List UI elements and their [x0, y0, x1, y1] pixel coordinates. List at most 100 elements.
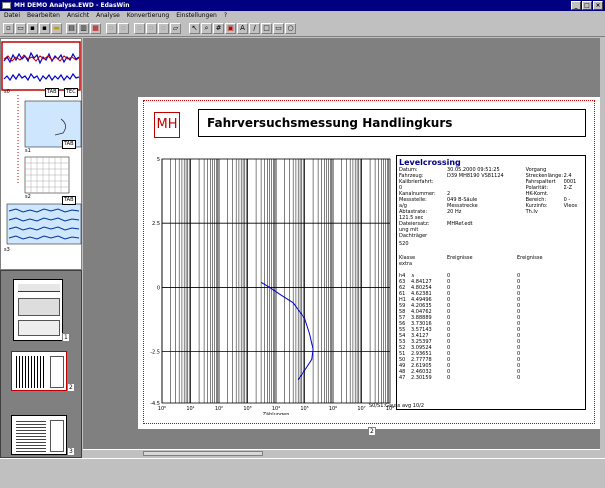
page-thumb-2[interactable] [11, 351, 67, 391]
text-tool-icon[interactable]: A [237, 23, 248, 34]
maximize-button[interactable]: □ [582, 1, 592, 10]
info-right-value: Vleos [563, 203, 578, 209]
report-title: Fahrversuchsmessung Handlingkurs [198, 109, 586, 137]
toolbar: ▫ ▭ ▪ ▪ ▬ ▤ ▥ ▦ ▫ ▫ ▫ ▫ ▫ ▱ ↖ ⌕ # ▣ A / … [0, 21, 605, 37]
zoom-icon[interactable]: ⌕ [201, 23, 212, 34]
table-cell: 0 [517, 375, 521, 381]
col-sub: extra [399, 261, 413, 267]
cut-icon[interactable]: ▫ [106, 23, 117, 34]
signal-thumbnails [1, 41, 82, 245]
info-extra: 520 [399, 241, 409, 247]
menu-help[interactable]: ? [224, 11, 227, 21]
signal-label-s0: s0 [4, 89, 10, 95]
table-row: 47 2.30159 0 0 [399, 375, 583, 381]
preview-icon[interactable]: ▥ [78, 23, 89, 34]
menu-einstellungen[interactable]: Einstellungen [176, 11, 217, 21]
report-page[interactable]: MH Fahrversuchsmessung Handlingkurs 10⁰ 1… [138, 97, 600, 429]
minimize-button[interactable]: _ [571, 1, 581, 10]
menu-bearbeiten[interactable]: Bearbeiten [27, 11, 60, 21]
y-tick-label: -4.5 [150, 401, 160, 407]
y-tick-label: -2.5 [150, 350, 160, 356]
s0-tab-button[interactable]: TAB [45, 88, 59, 97]
s1-tab-button[interactable]: TAB [62, 140, 76, 149]
x-tick-label: 10² [215, 406, 223, 412]
info-panel: Levelcrossing Datum: 30.05.2000 09:51:25 F… [396, 155, 586, 410]
page-number-2: 2 [67, 383, 75, 392]
info-left-value: MHRef.edt [447, 221, 473, 227]
info-left-value: 20 Hz [447, 209, 462, 215]
y-tick-label: 2.5 [152, 221, 160, 227]
info-right-row: Th.Iv [526, 209, 583, 215]
app-icon [2, 2, 11, 9]
scroll-thumb[interactable] [143, 451, 263, 456]
status-bar [0, 458, 605, 488]
info-left-value: D39 MH8190 VS81124 [447, 173, 504, 179]
chart-legend: S0/S1:Gauss avg 10/2 [369, 403, 424, 409]
line-tool-icon[interactable]: / [249, 23, 260, 34]
company-logo: MH [154, 112, 180, 138]
new-file-icon[interactable]: ▫ [3, 23, 14, 34]
signal-panel[interactable]: s0 TAB TEC s1 TAB s2 TAB s3 [0, 38, 82, 270]
info-right: Vorgang Streckenlänge: 2.4 Fahrspaltert 0001… [526, 167, 583, 239]
page-number-3: 3 [67, 447, 75, 456]
table-cell: 2.30159 [411, 375, 432, 381]
window-title: MH DEMO Analyse.EWD - EdasWin [14, 2, 130, 9]
signal-label-s3: s3 [4, 247, 10, 253]
title-bar: MH DEMO Analyse.EWD - EdasWin _ □ × [0, 0, 605, 11]
info-right-key: Th.Iv [525, 209, 538, 215]
page-thumb-3[interactable] [11, 415, 67, 455]
info-left: Datum: 30.05.2000 09:51:25 Fahrzeug: D39 MH… [399, 167, 518, 239]
grid-icon[interactable]: # [213, 23, 224, 34]
x-tick-label: 10⁶ [329, 406, 337, 412]
export-icon[interactable]: ▱ [170, 23, 181, 34]
print-icon[interactable]: ▤ [66, 23, 77, 34]
levelcrossing-chart[interactable]: 10⁰ 10¹ 10² 10³ 10⁴ 10⁵ 10⁶ 10⁷ 10⁸52.50-2.5-4.5… [146, 153, 396, 415]
info-left-row: ung mit Dachträger [399, 227, 518, 239]
menu-bar: Datei Bearbeiten Ansicht Analyse Konvert… [0, 11, 605, 21]
table-cell: 0 [447, 375, 451, 381]
col-ereignisse-2: Ereignisse [517, 255, 543, 261]
pages-panel[interactable]: 1 2 3 [0, 270, 82, 458]
open-folder-icon[interactable]: ▭ [15, 23, 26, 34]
rect-tool-icon[interactable]: □ [261, 23, 272, 34]
image-icon[interactable]: ▣ [225, 23, 236, 34]
page-number-1: 1 [62, 333, 70, 342]
class-table: h4 ∧ 0 0 63 4.84127 0 0 62 4.80254 0 0 61 4.62381 0 0 H1… [399, 273, 583, 381]
horizontal-scrollbar[interactable] [83, 449, 600, 457]
thumb-s0-frame[interactable] [1, 41, 81, 91]
panel-heading: Levelcrossing [399, 158, 461, 167]
align-center-icon[interactable]: ▫ [146, 23, 157, 34]
y-tick-label: 0 [157, 285, 160, 291]
ellipse-tool-icon[interactable]: ○ [285, 23, 296, 34]
x-axis-label: Zählungen [263, 412, 290, 415]
pointer-icon[interactable]: ↖ [189, 23, 200, 34]
chart-icon[interactable]: ▦ [90, 23, 101, 34]
x-tick-label: 10³ [243, 406, 251, 412]
signal-label-s1: s1 [25, 148, 31, 154]
align-left-icon[interactable]: ▫ [134, 23, 145, 34]
table-cell: 47 [399, 375, 406, 381]
x-tick-label: 10¹ [186, 406, 194, 412]
s0-tec-button[interactable]: TEC [64, 88, 78, 97]
rect2-tool-icon[interactable]: ▭ [273, 23, 284, 34]
page-thumb-1[interactable] [13, 279, 63, 341]
menu-konvertierung[interactable]: Konvertierung [127, 11, 169, 21]
info-left-key: ung mit Dachträger [399, 227, 428, 239]
y-tick-label: 5 [157, 157, 160, 163]
col-ereignisse-1: Ereignisse [447, 255, 473, 261]
menu-analyse[interactable]: Analyse [96, 11, 120, 21]
folder-icon[interactable]: ▬ [51, 23, 62, 34]
x-tick-label: 10⁵ [300, 406, 308, 412]
save-icon[interactable]: ▪ [27, 23, 38, 34]
copy-icon[interactable]: ▫ [118, 23, 129, 34]
menu-ansicht[interactable]: Ansicht [67, 11, 89, 21]
current-page-number: 2 [368, 427, 376, 436]
s2-tab-button[interactable]: TAB [62, 196, 76, 205]
x-tick-label: 10⁷ [357, 406, 365, 412]
save-as-icon[interactable]: ▪ [39, 23, 50, 34]
signal-label-s2: s2 [25, 194, 31, 200]
close-button[interactable]: × [593, 1, 603, 10]
menu-datei[interactable]: Datei [4, 11, 20, 21]
align-right-icon[interactable]: ▫ [158, 23, 169, 34]
info-right-value: Σ-Z [563, 185, 572, 191]
